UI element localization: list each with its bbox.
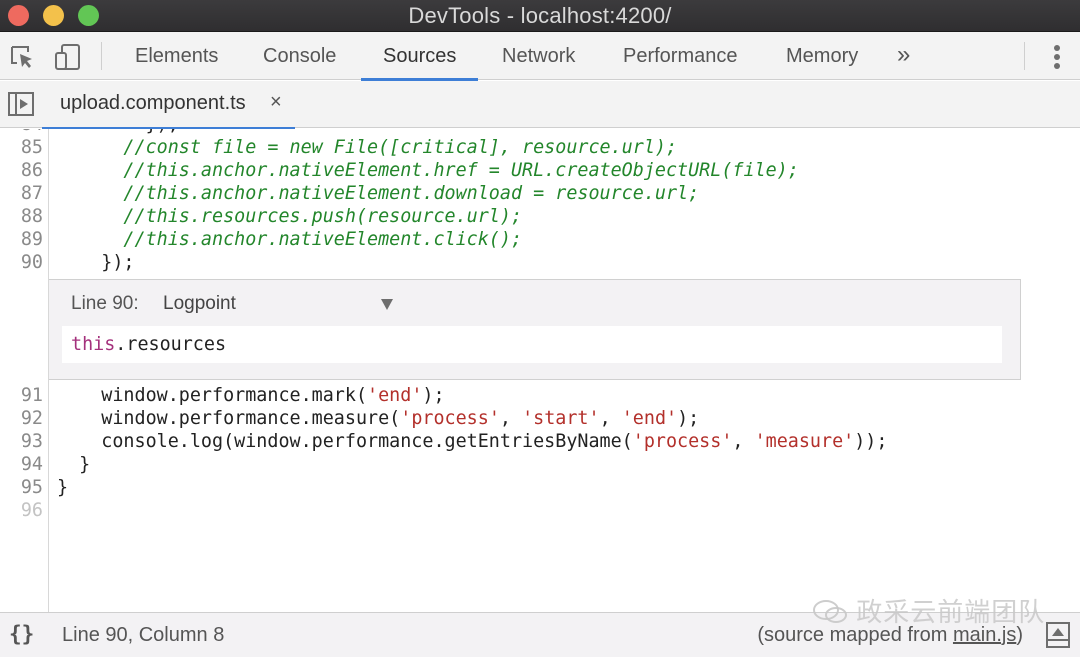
watermark-text: 政采云前端团队	[856, 597, 1046, 627]
code-line[interactable]: 88 //this.resources.push(resource.url);	[0, 205, 1080, 228]
code-token: 'measure'	[754, 431, 855, 452]
line-number[interactable]: 89	[0, 228, 43, 251]
code-line[interactable]: 84 });	[0, 129, 1080, 136]
code-token: );	[677, 408, 700, 429]
line-number[interactable]: 84	[0, 129, 43, 136]
pretty-print-icon[interactable]: {}	[9, 622, 34, 646]
code-token: });	[57, 129, 179, 135]
code-token: ,	[499, 408, 523, 429]
line-number[interactable]: 94	[0, 453, 43, 476]
close-icon[interactable]: ×	[270, 91, 282, 114]
logpoint-line-label: Line 90:	[71, 293, 139, 314]
code-token: //this.resources.push(resource.url);	[57, 206, 523, 227]
code-text: //this.anchor.nativeElement.download = r…	[57, 182, 699, 205]
code-line[interactable]: 87 //this.anchor.nativeElement.download …	[0, 182, 1080, 205]
tab-elements[interactable]: Elements	[129, 32, 224, 80]
file-tab-upload-component[interactable]: upload.component.ts ×	[42, 81, 295, 130]
line-number[interactable]: 95	[0, 476, 43, 499]
window-title-bar: DevTools - localhost:4200/	[0, 0, 1080, 32]
breakpoint-type-value: Logpoint	[163, 293, 236, 314]
code-line[interactable]: 94 }	[0, 453, 1080, 476]
code-line[interactable]: 96	[0, 499, 1080, 522]
code-token: ));	[854, 431, 888, 452]
devtools-main-toolbar: Elements Console Sources Network Perform…	[0, 32, 1080, 81]
code-line[interactable]: 89 //this.anchor.nativeElement.click();	[0, 228, 1080, 251]
line-number[interactable]: 86	[0, 159, 43, 182]
code-text: });	[57, 129, 179, 136]
breakpoint-type-select[interactable]: Logpoint	[163, 293, 403, 317]
code-token: //const file = new File([critical], reso…	[57, 137, 678, 158]
code-text: }	[57, 453, 90, 476]
code-token: 'end'	[621, 408, 678, 429]
code-token: });	[57, 252, 135, 273]
logpoint-editor: Line 90: Logpoint this.resources	[49, 279, 1021, 380]
tab-console[interactable]: Console	[257, 32, 342, 80]
tab-performance[interactable]: Performance	[617, 32, 744, 80]
device-toolbar-icon[interactable]	[55, 44, 81, 70]
toolbar-divider	[101, 42, 102, 70]
watermark: 政采云前端团队	[812, 592, 1045, 629]
code-text: //this.anchor.nativeElement.click();	[57, 228, 522, 251]
chevron-down-icon	[381, 299, 393, 310]
toggle-drawer-icon[interactable]	[1046, 622, 1070, 648]
code-token: }	[57, 454, 91, 475]
code-line[interactable]: 91 window.performance.mark('end');	[0, 384, 1080, 407]
more-tabs-icon[interactable]: »	[897, 32, 910, 80]
line-number[interactable]: 96	[0, 499, 43, 522]
line-number[interactable]: 88	[0, 205, 43, 228]
code-line[interactable]: 85 //const file = new File([critical], r…	[0, 136, 1080, 159]
inspect-element-icon[interactable]	[10, 44, 36, 70]
line-number[interactable]: 92	[0, 407, 43, 430]
code-token: ,	[732, 431, 755, 452]
code-token: //this.anchor.nativeElement.click();	[57, 229, 523, 250]
file-tab-label: upload.component.ts	[60, 92, 246, 114]
tab-network[interactable]: Network	[496, 32, 581, 80]
editor-tab-bar: upload.component.ts ×	[0, 81, 1080, 130]
window-title: DevTools - localhost:4200/	[408, 3, 672, 28]
code-token: //this.anchor.nativeElement.download = r…	[57, 183, 700, 204]
code-text: });	[57, 251, 135, 274]
code-token: 'end'	[367, 385, 423, 406]
line-number[interactable]: 87	[0, 182, 43, 205]
code-token: ,	[599, 408, 622, 429]
line-number[interactable]: 91	[0, 384, 43, 407]
show-navigator-icon[interactable]	[8, 92, 34, 116]
code-editor[interactable]: 84 });85 //const file = new File([critic…	[0, 129, 1080, 612]
toolbar-divider	[1024, 42, 1025, 70]
code-line[interactable]: 93 console.log(window.performance.getEnt…	[0, 430, 1080, 453]
logpoint-expression-input[interactable]: this.resources	[62, 326, 1002, 363]
code-line[interactable]: 90 });	[0, 251, 1080, 274]
code-line[interactable]: 86 //this.anchor.nativeElement.href = UR…	[0, 159, 1080, 182]
tab-sources[interactable]: Sources	[360, 32, 479, 81]
code-text: window.performance.mark('end');	[57, 384, 445, 407]
code-text: }	[57, 476, 68, 499]
code-token: window.performance.measure(	[57, 408, 401, 429]
code-token: }	[57, 477, 69, 498]
code-token: //this.anchor.nativeElement.href = URL.c…	[57, 160, 799, 181]
code-text: //const file = new File([critical], reso…	[57, 136, 677, 159]
code-text: window.performance.measure('process', 's…	[57, 407, 699, 430]
kebab-menu-icon[interactable]	[1048, 44, 1066, 70]
code-line[interactable]: 95}	[0, 476, 1080, 499]
code-token: console.log(window.performance.getEntrie…	[57, 431, 633, 452]
tab-memory[interactable]: Memory	[780, 32, 864, 80]
line-number[interactable]: 93	[0, 430, 43, 453]
code-text: //this.anchor.nativeElement.href = URL.c…	[57, 159, 799, 182]
code-token: );	[422, 385, 445, 406]
code-token: 'process'	[632, 431, 733, 452]
code-text: console.log(window.performance.getEntrie…	[57, 430, 887, 453]
expression-rest: .resources	[115, 334, 227, 355]
code-token: 'process'	[400, 408, 500, 429]
code-line[interactable]: 92 window.performance.measure('process',…	[0, 407, 1080, 430]
code-token: window.performance.mark(	[57, 385, 368, 406]
code-token: 'start'	[522, 408, 600, 429]
cursor-position: Line 90, Column 8	[62, 624, 225, 646]
line-number[interactable]: 85	[0, 136, 43, 159]
expression-keyword: this	[71, 334, 116, 355]
code-text: //this.resources.push(resource.url);	[57, 205, 522, 228]
wechat-icon	[813, 600, 847, 623]
line-number[interactable]: 90	[0, 251, 43, 274]
